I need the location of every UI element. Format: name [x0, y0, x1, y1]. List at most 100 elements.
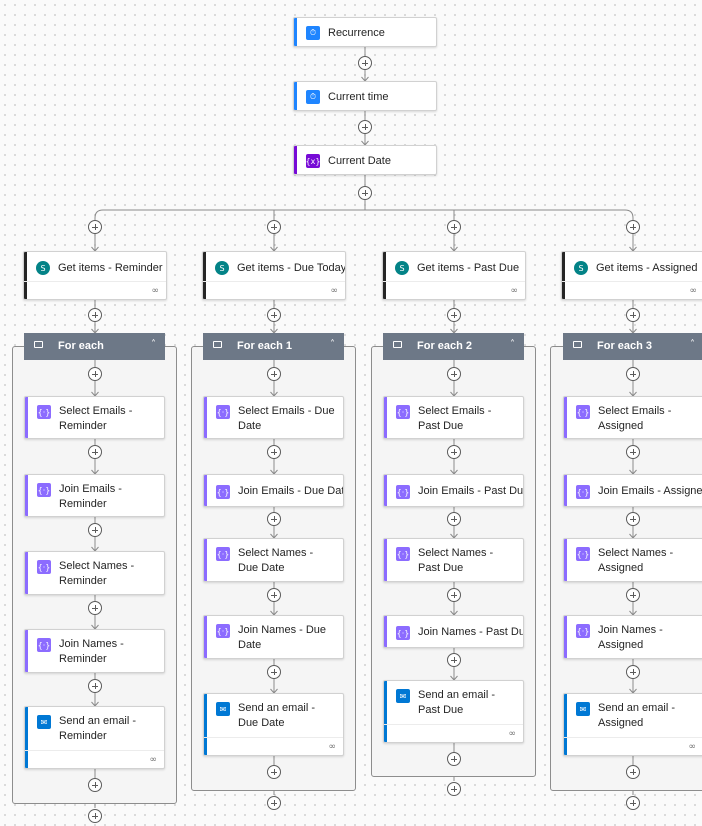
- step-send-an-email-assigned[interactable]: ✉ Send an email - Assigned ∞: [563, 693, 702, 756]
- add-step-button[interactable]: [358, 186, 372, 200]
- step-get-items-assigned[interactable]: S Get items - Assigned ∞: [561, 251, 702, 300]
- add-step-button[interactable]: [267, 220, 281, 234]
- add-step-button[interactable]: [447, 588, 461, 602]
- step-footer: ∞: [203, 281, 345, 299]
- add-step-button[interactable]: [88, 220, 102, 234]
- loop-icon: [213, 341, 222, 348]
- add-step-button[interactable]: [626, 367, 640, 381]
- step-join-emails-past-due[interactable]: {·} Join Emails - Past Due: [383, 474, 524, 507]
- add-step-button[interactable]: [88, 778, 102, 792]
- step-join-names-past-due[interactable]: {·} Join Names - Past Due: [383, 615, 524, 648]
- add-step-button[interactable]: [447, 308, 461, 322]
- step-join-names-assigned[interactable]: {·} Join Names - Assigned: [563, 615, 702, 659]
- link-icon[interactable]: ∞: [331, 286, 339, 296]
- foreach-header[interactable]: For each 3 ˄: [563, 333, 702, 360]
- step-select-emails-due-date[interactable]: {·} Select Emails - Due Date: [203, 396, 344, 439]
- step-send-an-email-past-due[interactable]: ✉ Send an email - Past Due ∞: [383, 680, 524, 743]
- add-step-button[interactable]: [267, 588, 281, 602]
- step-select-emails-reminder[interactable]: {·} Select Emails - Reminder: [24, 396, 165, 439]
- link-icon[interactable]: ∞: [150, 755, 158, 765]
- add-step-button[interactable]: [447, 782, 461, 796]
- data-operation-icon: {·}: [396, 547, 410, 561]
- add-step-button[interactable]: [626, 220, 640, 234]
- add-step-button[interactable]: [88, 308, 102, 322]
- add-step-button[interactable]: [447, 367, 461, 381]
- step-accent-bar: [564, 475, 567, 506]
- step-send-an-email-due-date[interactable]: ✉ Send an email - Due Date ∞: [203, 693, 344, 756]
- add-step-button[interactable]: [88, 601, 102, 615]
- link-icon[interactable]: ∞: [689, 742, 697, 752]
- add-step-button[interactable]: [267, 796, 281, 810]
- add-step-button[interactable]: [267, 367, 281, 381]
- step-join-emails-reminder[interactable]: {·} Join Emails - Reminder: [24, 474, 165, 517]
- flow-canvas[interactable]: ⏱ Recurrence ⏱ Current time {x} Current Date S…: [0, 0, 702, 826]
- link-icon[interactable]: ∞: [509, 729, 517, 739]
- step-send-an-email-reminder[interactable]: ✉ Send an email - Reminder ∞: [24, 706, 165, 769]
- loop-icon: [573, 341, 582, 348]
- foreach-header[interactable]: For each 2 ˄: [383, 333, 524, 360]
- step-title: Send an email - Past Due: [418, 689, 496, 716]
- step-select-names-reminder[interactable]: {·} Select Names - Reminder: [24, 551, 165, 595]
- chevron-up-icon[interactable]: ˄: [151, 339, 156, 350]
- step-join-emails-due-date[interactable]: {·} Join Emails - Due Date: [203, 474, 344, 507]
- chevron-up-icon[interactable]: ˄: [510, 339, 515, 350]
- step-select-names-due-date[interactable]: {·} Select Names - Due Date: [203, 538, 344, 582]
- step-title: Send an email - Assigned: [598, 702, 676, 729]
- step-join-names-due-date[interactable]: {·} Join Names - Due Date: [203, 615, 344, 659]
- step-join-names-reminder[interactable]: {·} Join Names - Reminder: [24, 629, 165, 673]
- add-step-button[interactable]: [88, 367, 102, 381]
- add-step-button[interactable]: [447, 220, 461, 234]
- add-step-button[interactable]: [267, 665, 281, 679]
- data-operation-icon: {·}: [576, 405, 590, 419]
- step-select-names-assigned[interactable]: {·} Select Names - Assigned: [563, 538, 702, 582]
- step-get-items-past-due[interactable]: S Get items - Past Due ∞: [382, 251, 526, 300]
- add-step-button[interactable]: [447, 653, 461, 667]
- foreach-header[interactable]: For each ˄: [24, 333, 165, 360]
- step-current-time[interactable]: ⏱ Current time: [293, 81, 437, 111]
- add-step-button[interactable]: [447, 445, 461, 459]
- step-select-emails-assigned[interactable]: {·} Select Emails - Assigned: [563, 396, 702, 439]
- add-step-button[interactable]: [267, 445, 281, 459]
- data-operation-icon: {·}: [396, 485, 410, 499]
- step-accent-bar: [25, 552, 28, 594]
- chevron-up-icon[interactable]: ˄: [690, 339, 695, 350]
- step-title: Join Names - Past Due: [418, 626, 524, 638]
- add-step-button[interactable]: [626, 512, 640, 526]
- step-recurrence[interactable]: ⏱ Recurrence: [293, 17, 437, 47]
- add-step-button[interactable]: [626, 588, 640, 602]
- add-step-button[interactable]: [358, 120, 372, 134]
- add-step-button[interactable]: [626, 665, 640, 679]
- add-step-button[interactable]: [88, 679, 102, 693]
- link-icon[interactable]: ∞: [152, 286, 160, 296]
- step-footer: ∞: [383, 281, 525, 299]
- step-select-names-past-due[interactable]: {·} Select Names - Past Due: [383, 538, 524, 582]
- add-step-button[interactable]: [267, 512, 281, 526]
- foreach-header[interactable]: For each 1 ˄: [203, 333, 344, 360]
- step-get-items-due-today[interactable]: S Get items - Due Today ∞: [202, 251, 346, 300]
- step-current-date[interactable]: {x} Current Date: [293, 145, 437, 175]
- add-step-button[interactable]: [88, 809, 102, 823]
- step-footer: ∞: [384, 724, 523, 742]
- step-join-emails-assigned[interactable]: {·} Join Emails - Assigned: [563, 474, 702, 507]
- link-icon[interactable]: ∞: [511, 286, 519, 296]
- add-step-button[interactable]: [447, 512, 461, 526]
- step-title: Join Emails - Past Due: [418, 485, 524, 497]
- step-title: Join Emails - Reminder: [59, 483, 122, 510]
- link-icon[interactable]: ∞: [329, 742, 337, 752]
- chevron-up-icon[interactable]: ˄: [330, 339, 335, 350]
- step-title: Get items - Past Due: [417, 262, 520, 274]
- add-step-button[interactable]: [447, 752, 461, 766]
- add-step-button[interactable]: [358, 56, 372, 70]
- add-step-button[interactable]: [626, 796, 640, 810]
- add-step-button[interactable]: [267, 308, 281, 322]
- add-step-button[interactable]: [626, 445, 640, 459]
- add-step-button[interactable]: [88, 523, 102, 537]
- add-step-button[interactable]: [267, 765, 281, 779]
- add-step-button[interactable]: [88, 445, 102, 459]
- add-step-button[interactable]: [626, 765, 640, 779]
- variable-icon: {x}: [306, 154, 320, 168]
- link-icon[interactable]: ∞: [690, 286, 698, 296]
- step-select-emails-past-due[interactable]: {·} Select Emails - Past Due: [383, 396, 524, 439]
- add-step-button[interactable]: [626, 308, 640, 322]
- step-get-items-reminder[interactable]: S Get items - Reminder ∞: [23, 251, 167, 300]
